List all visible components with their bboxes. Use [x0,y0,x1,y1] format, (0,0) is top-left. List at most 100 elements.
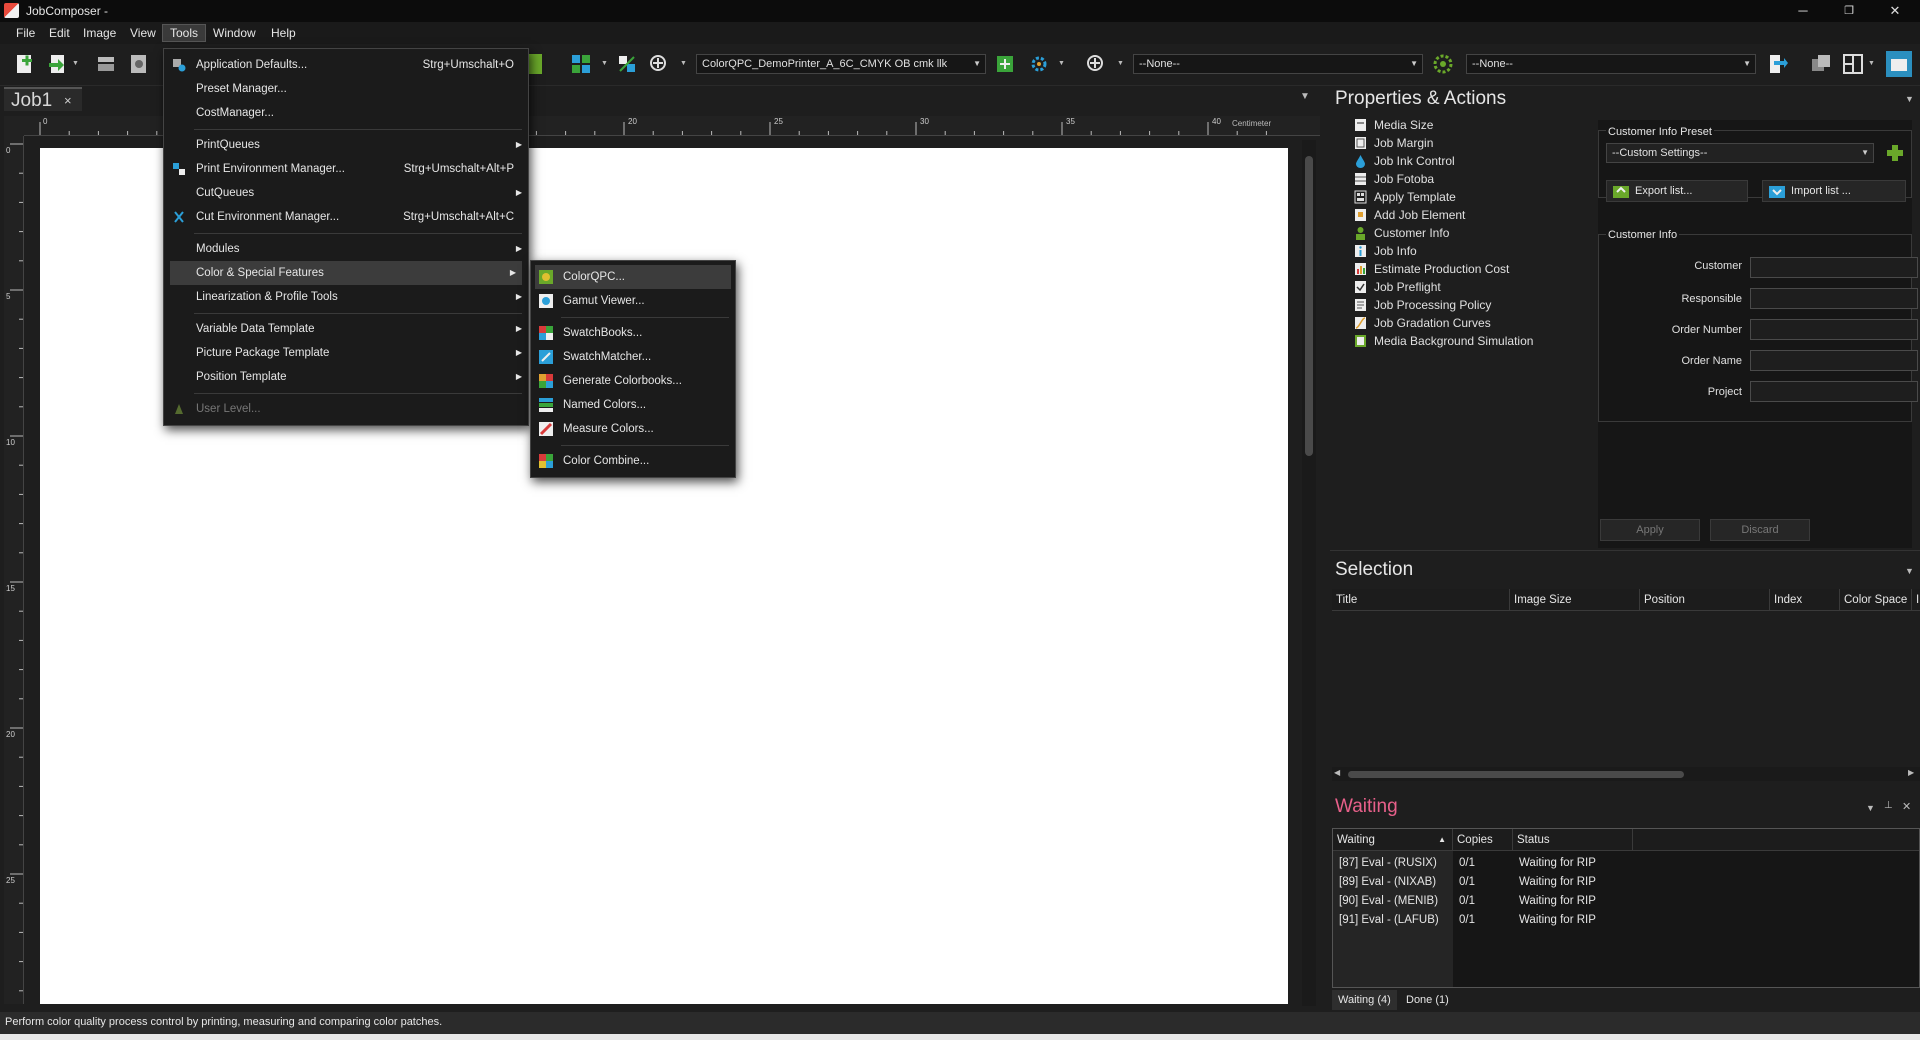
printer-settings-icon[interactable] [994,53,1016,75]
menu-item-printqueues[interactable]: PrintQueues ▶ [164,133,528,157]
menu-item-measure-colors[interactable]: Measure Colors... [531,417,735,441]
pa-item-media-background-simulation[interactable]: Media Background Simulation [1348,332,1588,350]
menu-item-swatchbooks[interactable]: SwatchBooks... [531,321,735,345]
pa-item-estimate-production-cost[interactable]: Estimate Production Cost [1348,260,1588,278]
document-menu-arrow[interactable]: ▼ [1300,91,1310,102]
menu-item-costmanager[interactable]: CostManager... [164,101,528,125]
menu-view[interactable]: View [123,24,163,42]
order-name-field[interactable] [1750,350,1918,371]
close-button[interactable]: ✕ [1872,0,1918,22]
canvas-vertical-scrollbar[interactable] [1302,140,1316,1006]
responsible-field[interactable] [1750,288,1918,309]
menu-item-color-combine[interactable]: Color Combine... [531,449,735,473]
customer-field[interactable] [1750,257,1918,278]
scroll-thumb[interactable] [1348,771,1684,778]
tab-job1[interactable]: Job1 × [4,87,82,111]
menu-window[interactable]: Window [206,24,263,42]
menu-item-variable-data-template[interactable]: Variable Data Template ▶ [164,317,528,341]
menu-item-linearization-profile-tools[interactable]: Linearization & Profile Tools ▶ [164,285,528,309]
pin-icon[interactable]: ⊥ [1884,800,1893,811]
selection-menu-arrow[interactable]: ▼ [1905,566,1914,576]
cut-zoom-icon[interactable] [1085,53,1107,75]
waiting-row[interactable]: [89] Eval - (NIXAB) 0/1 Waiting for RIP [1333,873,1919,892]
menu-item-gamut-viewer[interactable]: Gamut Viewer... [531,289,735,313]
pa-item-job-preflight[interactable]: Job Preflight [1348,278,1588,296]
menu-file[interactable]: File [9,24,42,42]
menu-item-position-template[interactable]: Position Template ▶ [164,365,528,389]
print-icon[interactable] [95,53,117,75]
scroll-left-icon[interactable]: ◀ [1334,768,1340,777]
nesting-icon[interactable] [616,53,638,75]
zoom-fit-icon[interactable] [648,53,670,75]
gear-icon[interactable] [1432,53,1454,75]
menu-item-preset-manager[interactable]: Preset Manager... [164,77,528,101]
waiting-row[interactable]: [91] Eval - (LAFUB) 0/1 Waiting for RIP [1333,911,1919,930]
menu-item-color-special-features[interactable]: Color & Special Features ▶ [170,261,522,285]
waiting-row[interactable]: [87] Eval - (RUSIX) 0/1 Waiting for RIP [1333,854,1919,873]
col-image-size[interactable]: Image Size [1510,589,1640,611]
col-color-space[interactable]: Color Space [1840,589,1912,611]
menu-item-print-environment-manager[interactable]: Print Environment Manager... Strg+Umschal… [164,157,528,181]
panel-layout-dropdown-arrow[interactable]: ▼ [1868,60,1875,67]
import-icon[interactable] [47,53,69,75]
new-job-icon[interactable] [14,53,36,75]
minimize-button[interactable]: ─ [1780,0,1826,22]
menu-item-generate-colorbooks[interactable]: Generate Colorbooks... [531,369,735,393]
panel-layout-icon[interactable] [1842,53,1864,75]
pa-item-add-job-element[interactable]: Add Job Element [1348,206,1588,224]
project-field[interactable] [1750,381,1918,402]
menu-tools[interactable]: Tools [162,24,207,42]
pa-item-job-fotoba[interactable]: Job Fotoba [1348,170,1588,188]
waiting-close-icon[interactable]: ✕ [1902,800,1911,813]
col-title[interactable]: Title [1332,589,1510,611]
preset-select[interactable]: --Custom Settings-- ▼ [1606,143,1874,163]
arrange-dropdown-arrow[interactable]: ▼ [601,60,608,67]
printer-select[interactable]: ColorQPC_DemoPrinter_A_6C_CMYK OB cmk ll… [696,54,986,74]
discard-button[interactable]: Discard [1710,519,1810,541]
pa-item-job-margin[interactable]: Job Margin [1348,134,1588,152]
import-dropdown-arrow[interactable]: ▼ [72,60,79,67]
rip-dropdown-arrow[interactable]: ▼ [1058,60,1065,67]
pa-item-job-ink-control[interactable]: Job Ink Control [1348,152,1588,170]
order-number-field[interactable] [1750,319,1918,340]
layout-icon[interactable] [128,53,150,75]
scroll-right-icon[interactable]: ▶ [1908,768,1914,777]
menu-help[interactable]: Help [264,24,303,42]
menu-image[interactable]: Image [76,24,123,42]
profile-select-2[interactable]: --None-- ▼ [1466,54,1756,74]
waiting-menu-arrow[interactable]: ▼ [1866,803,1875,813]
menu-item-cut-environment-manager[interactable]: Cut Environment Manager... Strg+Umschalt+… [164,205,528,229]
export-list-button[interactable]: Export list... [1606,180,1748,202]
pa-item-apply-template[interactable]: Apply Template [1348,188,1588,206]
import-list-button[interactable]: Import list ... [1762,180,1906,202]
scroll-thumb[interactable] [1305,156,1313,456]
arrange-icon[interactable] [570,53,592,75]
menu-item-named-colors[interactable]: Named Colors... [531,393,735,417]
waiting-row[interactable]: [90] Eval - (MENIB) 0/1 Waiting for RIP [1333,892,1919,911]
layers-icon[interactable] [1810,53,1832,75]
col-waiting[interactable]: Waiting ▲ [1333,829,1453,851]
menu-item-modules[interactable]: Modules ▶ [164,237,528,261]
menu-item-picture-package-template[interactable]: Picture Package Template ▶ [164,341,528,365]
col-index[interactable]: Index [1770,589,1840,611]
menu-item-swatchmatcher[interactable]: SwatchMatcher... [531,345,735,369]
tab-waiting[interactable]: Waiting (4) [1332,990,1397,1010]
col-copies[interactable]: Copies [1453,829,1513,851]
pa-item-job-gradation-curves[interactable]: Job Gradation Curves [1348,314,1588,332]
pa-item-customer-info[interactable]: Customer Info [1348,224,1588,242]
col-position[interactable]: Position [1640,589,1770,611]
pa-item-job-processing-policy[interactable]: Job Processing Policy [1348,296,1588,314]
zoom-dropdown-arrow[interactable]: ▼ [680,60,687,67]
col-status[interactable]: Status [1513,829,1633,851]
menu-item-colorqpc[interactable]: ColorQPC... [535,265,731,289]
menu-edit[interactable]: Edit [42,24,77,42]
col-truncated[interactable]: I [1912,589,1920,611]
tab-close-icon[interactable]: × [64,93,72,108]
network-icon[interactable] [1886,51,1912,77]
menu-item-application-defaults[interactable]: Application Defaults... Strg+Umschalt+O [164,53,528,77]
restore-button[interactable]: ❐ [1826,0,1872,22]
properties-menu-arrow[interactable]: ▼ [1905,94,1914,104]
menu-item-cutqueues[interactable]: CutQueues ▶ [164,181,528,205]
tab-done[interactable]: Done (1) [1400,990,1455,1010]
pa-item-media-size[interactable]: Media Size [1348,116,1588,134]
